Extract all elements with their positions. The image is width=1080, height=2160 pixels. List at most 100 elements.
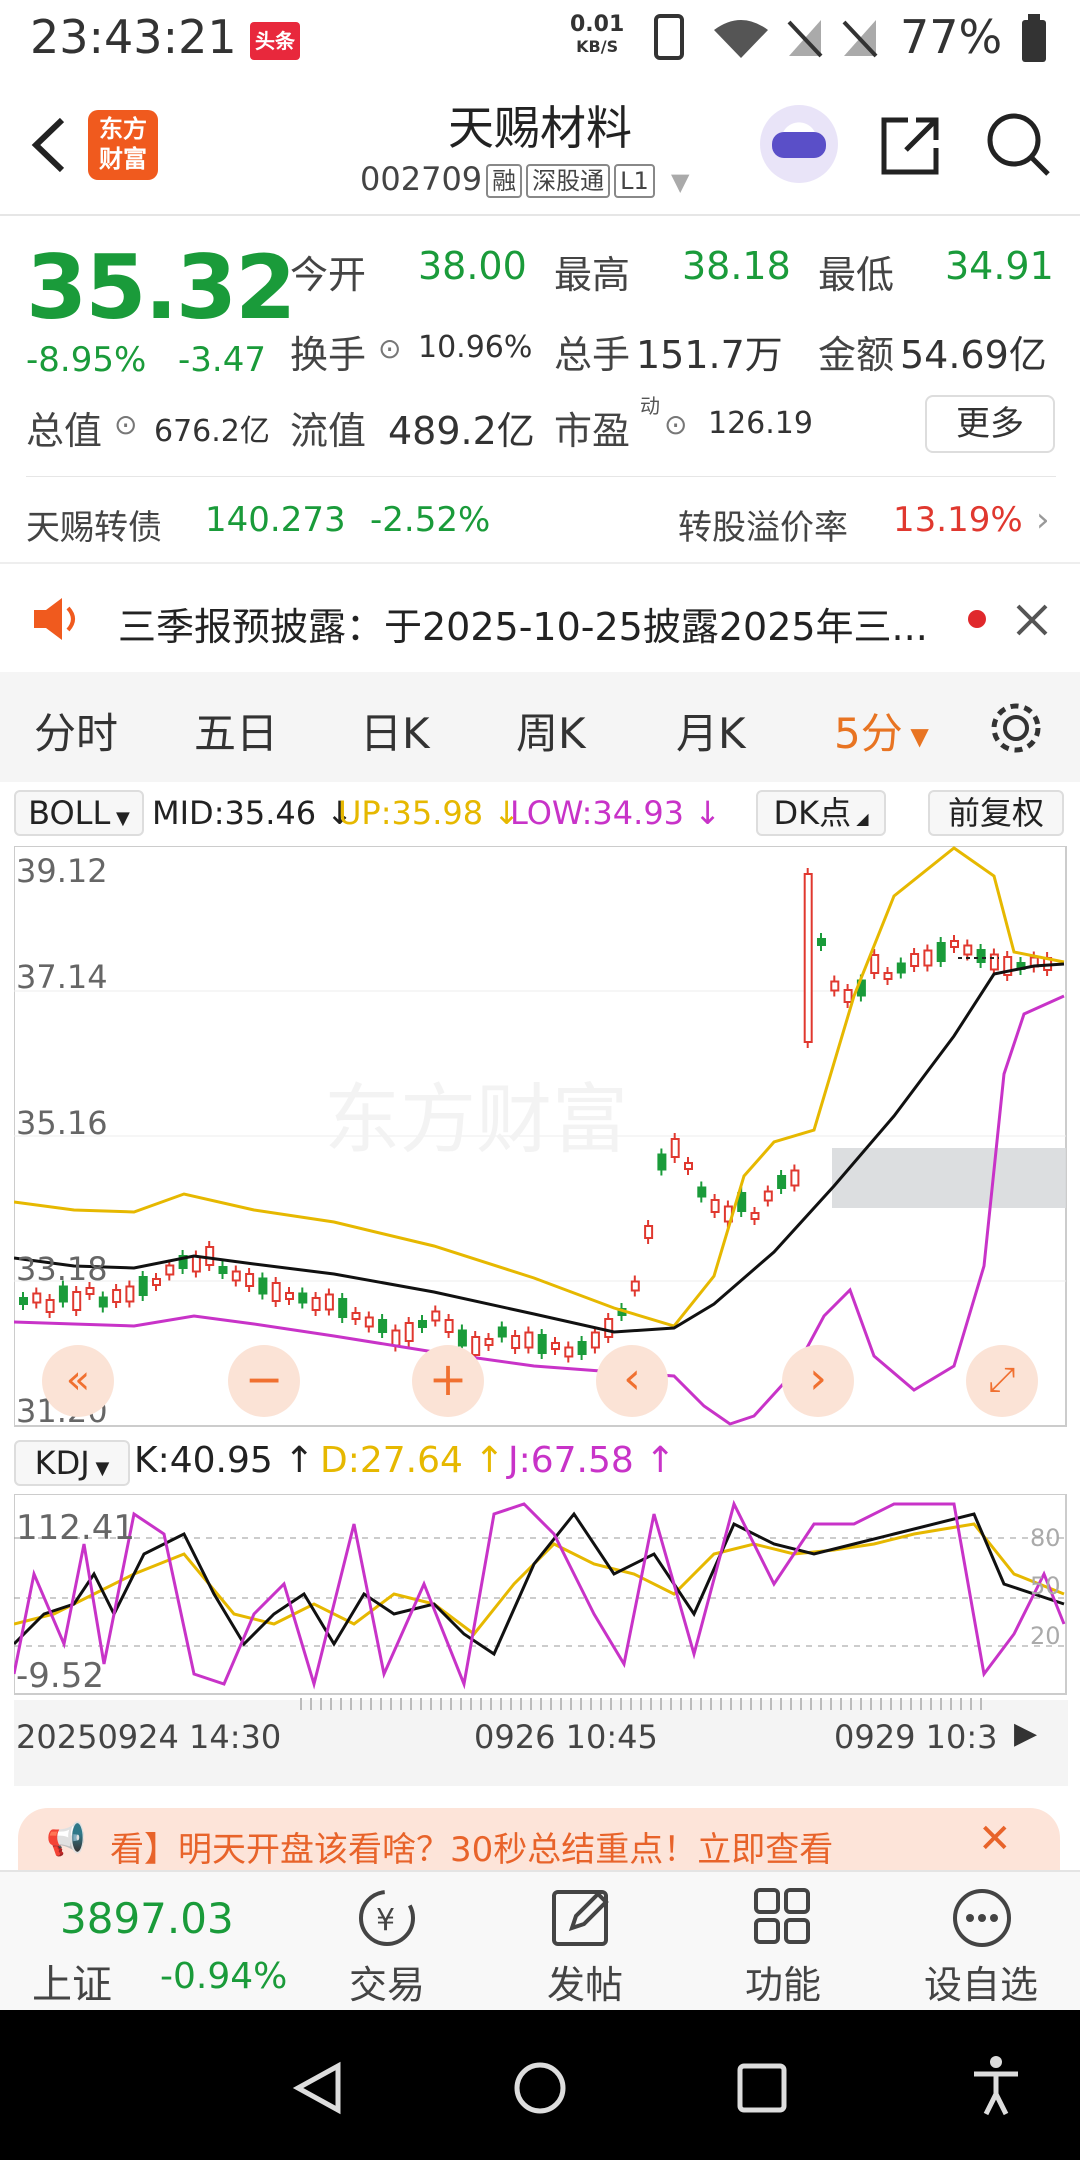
unread-dot — [968, 610, 986, 628]
boll-selector[interactable]: BOLL ▼ — [14, 790, 144, 836]
gap-zone — [832, 1148, 1066, 1208]
kdj-y-top: 112.41 — [16, 1508, 135, 1548]
candle-body — [271, 1282, 281, 1302]
stock-code: 002709 — [360, 160, 483, 198]
accessibility-icon[interactable] — [968, 2054, 1024, 2118]
more-button[interactable]: 更多 — [925, 395, 1055, 453]
tab-5min-label: 5分 — [834, 709, 903, 758]
bond-price-value: 140.273 — [205, 500, 346, 540]
bond-price: 140.273 — [205, 500, 346, 540]
candle-body — [112, 1289, 122, 1303]
candle-body — [484, 1338, 494, 1346]
candle-body — [152, 1278, 161, 1286]
assistant-face — [772, 132, 826, 158]
more-options-icon[interactable] — [950, 1886, 1014, 1950]
mktcap-value: 676.2亿 — [154, 414, 270, 449]
kdj-j: J:67.58 ↑ — [508, 1440, 676, 1481]
grid-icon[interactable] — [752, 1886, 814, 1948]
tab-weekly-k[interactable]: 周K — [516, 700, 586, 761]
adjust-button[interactable]: 前复权 — [928, 790, 1064, 836]
search-icon[interactable] — [984, 110, 1052, 180]
candle-body — [644, 1225, 654, 1239]
share-icon[interactable] — [878, 112, 944, 178]
status-time: 23:43:21 — [30, 10, 237, 64]
kdj-level-20: 20 — [1030, 1622, 1061, 1650]
candle-body — [564, 1346, 574, 1358]
trade-icon[interactable]: ¥ — [352, 1886, 422, 1950]
candle-body — [790, 1169, 800, 1187]
candle-body — [936, 942, 946, 962]
open-label: 今开 — [290, 253, 367, 297]
candle-body — [657, 1153, 667, 1171]
chevron-right-icon[interactable]: › — [1036, 500, 1050, 540]
nav-add-watchlist[interactable]: 设自选 — [906, 1954, 1056, 2009]
tab-five-day[interactable]: 五日 — [194, 700, 278, 761]
kdj-j-value: J:67.58 — [508, 1440, 634, 1481]
scroll-right-icon[interactable]: › — [782, 1345, 854, 1417]
open-value: 38.00 — [418, 244, 527, 288]
candle-body — [497, 1326, 507, 1338]
low-label: 最低 — [818, 253, 895, 297]
fullscreen-icon[interactable]: ⤢ — [966, 1345, 1038, 1417]
nav-home-icon[interactable] — [512, 2060, 568, 2116]
promo-text: 看】明天开盘该看啥？30秒总结重点！立即查看 — [110, 1830, 834, 1870]
candle-body — [511, 1335, 521, 1349]
play-right-icon[interactable]: ▶ — [1014, 1716, 1037, 1751]
index-name[interactable]: 上证 — [32, 1952, 112, 2010]
candle-body — [817, 938, 826, 946]
candle-body — [45, 1299, 55, 1313]
promo-close-icon[interactable]: ✕ — [978, 1816, 1012, 1862]
bond-name[interactable]: 天赐转债 — [26, 500, 162, 549]
nav-functions[interactable]: 功能 — [708, 1954, 858, 2009]
tab-5min[interactable]: 5分 ▼ — [834, 700, 929, 761]
candle-body — [830, 980, 840, 992]
candle-body — [58, 1285, 68, 1303]
nav-recents-icon[interactable] — [734, 2060, 790, 2116]
info-icon[interactable]: ⊙ — [378, 332, 401, 365]
candle-body — [457, 1329, 467, 1347]
candle-body — [923, 949, 933, 967]
info-icon-3[interactable]: ⊙ — [664, 408, 687, 441]
dk-point-button[interactable]: DK点 ◢ — [756, 790, 886, 836]
nav-back-icon[interactable] — [290, 2060, 346, 2116]
tab-intraday[interactable]: 分时 — [34, 700, 118, 761]
gear-icon[interactable] — [986, 698, 1046, 758]
candle-body — [258, 1277, 268, 1295]
promo-banner[interactable]: 📢 看】明天开盘该看啥？30秒总结重点！立即查看 ✕ — [18, 1808, 1060, 1870]
megaphone-icon: 📢 — [46, 1820, 86, 1858]
premium-label: 转股溢价率 — [678, 508, 848, 548]
zoom-out-icon[interactable]: − — [228, 1345, 300, 1417]
tab-daily-k[interactable]: 日K — [360, 700, 430, 761]
chevron-down-icon[interactable]: ▼ — [671, 168, 689, 196]
boll-mid: MID:35.46 ↓ — [152, 794, 354, 832]
scroll-left-icon[interactable]: ‹ — [596, 1345, 668, 1417]
battery-percent: 77% — [900, 10, 1003, 64]
candle-body — [85, 1287, 95, 1295]
kdj-selector[interactable]: KDJ ▼ — [14, 1440, 130, 1486]
tag-level: L1 — [614, 164, 655, 198]
net-speed: 0.01 KB/S — [570, 14, 624, 58]
candle-body — [750, 1212, 760, 1220]
kdj-chart[interactable] — [14, 1494, 1068, 1696]
index-value[interactable]: 3897.03 — [60, 1894, 234, 1943]
candle-body — [285, 1292, 294, 1300]
close-icon[interactable] — [1012, 600, 1052, 640]
candle-body — [404, 1322, 414, 1342]
scroll-left-fast-icon[interactable]: « — [42, 1345, 114, 1417]
high-label: 最高 — [554, 253, 631, 297]
period-tabs: 分时 五日 日K 周K 月K 5分 ▼ — [0, 672, 1080, 782]
candle-body — [604, 1318, 614, 1338]
compose-icon[interactable] — [550, 1886, 614, 1950]
nav-trade[interactable]: 交易 — [312, 1954, 462, 2009]
bond-change: -2.52% — [370, 500, 491, 540]
kline-chart[interactable]: 东方财富 — [14, 846, 1068, 1428]
kdj-k: K:40.95 ↑ — [134, 1440, 315, 1481]
info-icon-2[interactable]: ⊙ — [114, 408, 137, 441]
candle-body — [231, 1270, 241, 1282]
pe-superscript: 动 — [640, 394, 660, 418]
candle-body — [298, 1292, 308, 1304]
nav-post[interactable]: 发帖 — [510, 1954, 660, 2009]
notice-text[interactable]: 三季报预披露：于2025-10-25披露2025年三... — [118, 596, 928, 651]
zoom-in-icon[interactable]: + — [412, 1345, 484, 1417]
tab-monthly-k[interactable]: 月K — [676, 700, 746, 761]
